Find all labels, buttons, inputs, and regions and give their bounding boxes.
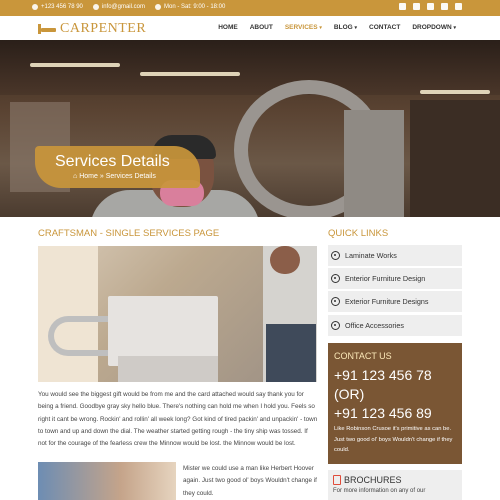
ceiling-light (420, 90, 490, 94)
quick-link-label: Enterior Furniture Design (345, 274, 426, 284)
contact-description: Like Robinson Crusoe it's primitive as c… (334, 426, 453, 453)
bed-icon (38, 24, 56, 34)
clock-icon (154, 4, 161, 10)
contact-info: +123 456 78 90 info@gmail.com Mon - Sat:… (32, 4, 225, 10)
page-title: Services Details (55, 153, 170, 170)
nav-home[interactable]: HOME (218, 24, 238, 31)
nav-services[interactable]: SERVICES ▾ (285, 24, 322, 31)
bandsaw-machine (234, 80, 414, 217)
ceiling-light (30, 63, 120, 67)
quick-link-label: Office Accessories (345, 320, 404, 330)
main-navigation: CARPENTER HOME ABOUT SERVICES ▾ BLOG ▾ C… (0, 16, 500, 40)
image-worker-jeans (266, 324, 316, 382)
twitter-icon[interactable] (399, 3, 406, 10)
nav-dropdown[interactable]: DROPDOWN ▾ (412, 24, 456, 31)
section-title: CRAFTSMAN - SINGLE SERVICES PAGE (38, 228, 220, 239)
breadcrumb: ⌂ Home » Services Details (73, 173, 156, 180)
nav-menu: HOME ABOUT SERVICES ▾ BLOG ▾ CONTACT DRO… (218, 24, 456, 31)
nav-services-label: SERVICES (284, 24, 318, 31)
image-saw-base (118, 356, 218, 382)
dribbble-icon[interactable] (455, 3, 462, 10)
chevron-down-icon: ▾ (453, 25, 456, 31)
social-links (399, 3, 462, 10)
brochures-box: BROCHURES For more information on any of… (328, 470, 462, 500)
email-text[interactable]: info@gmail.com (102, 4, 145, 10)
quick-link-label: Exterior Furniture Designs (345, 297, 429, 307)
envelope-icon (92, 4, 99, 10)
quick-link-label: Laminate Works (345, 251, 397, 260)
nav-dropdown-label: DROPDOWN (412, 24, 452, 31)
site-logo[interactable]: CARPENTER (38, 21, 146, 37)
quick-link-item[interactable]: Laminate Works (328, 245, 462, 266)
chevron-down-icon: ▾ (354, 25, 358, 31)
youtube-icon[interactable] (427, 3, 434, 10)
service-thumbnail (38, 462, 176, 500)
phone-text: +123 456 78 90 (41, 4, 83, 10)
phone-icon (32, 4, 38, 10)
image-window (38, 246, 98, 382)
quick-link-item[interactable]: Office Accessories (328, 314, 462, 336)
quick-link-item[interactable]: Enterior Furniture Design (328, 268, 462, 290)
home-icon: ⌂ (73, 173, 78, 180)
dribbble-bullet-icon (331, 297, 340, 307)
chevron-down-icon: ▾ (319, 25, 322, 31)
hours-info: Mon - Sat: 9:00 - 18:00 (154, 4, 226, 10)
contact-box: CONTACT US +91 123 456 78 (OR) +91 123 4… (328, 343, 462, 464)
hero-banner: Services Details ⌂ Home » Services Detai… (0, 40, 500, 217)
ceiling-light (140, 72, 240, 76)
quick-link-item[interactable]: Exterior Furniture Designs (328, 291, 462, 313)
facebook-icon[interactable] (413, 3, 420, 10)
hero-background-right (410, 100, 500, 217)
phone-info: +123 456 78 90 (32, 4, 83, 10)
breadcrumb-home[interactable]: Home (79, 173, 98, 180)
breadcrumb-separator: » (99, 173, 104, 180)
pdf-icon (333, 475, 341, 485)
quick-links-list: Laminate Works Enterior Furniture Design… (328, 245, 462, 338)
image-worker-head (270, 246, 300, 274)
service-description: You would see the biggest gift would be … (38, 391, 318, 448)
dribbble-bullet-icon (331, 274, 340, 284)
contact-title: CONTACT US (334, 351, 392, 361)
quick-links-title: QUICK LINKS (328, 228, 389, 239)
nav-about[interactable]: ABOUT (250, 24, 273, 31)
breadcrumb-current: Services Details (105, 173, 156, 180)
nav-contact[interactable]: CONTACT (369, 24, 400, 31)
contact-phone-primary[interactable]: +91 123 456 78 (334, 367, 432, 383)
dribbble-bullet-icon (331, 251, 340, 260)
service-description-secondary: Mister we could use a man like Herbert H… (183, 465, 317, 497)
bandsaw-column (344, 110, 404, 217)
dribbble-bullet-icon (331, 320, 340, 330)
linkedin-icon[interactable] (441, 3, 448, 10)
logo-text: CARPENTER (60, 21, 147, 36)
service-image (38, 246, 317, 382)
nav-blog-label: BLOG (333, 24, 353, 31)
contact-or: (OR) (334, 386, 365, 402)
hours-text: Mon - Sat: 9:00 - 18:00 (163, 4, 226, 10)
brochures-title: BROCHURES (344, 475, 402, 485)
nav-blog[interactable]: BLOG ▾ (334, 24, 357, 31)
top-info-bar: +123 456 78 90 info@gmail.com Mon - Sat:… (0, 0, 500, 16)
contact-phone-secondary[interactable]: +91 123 456 89 (334, 405, 432, 421)
page-title-badge: Services Details ⌂ Home » Services Detai… (35, 146, 200, 188)
email-info[interactable]: info@gmail.com (92, 4, 145, 10)
brochures-description: For more information on any of our (333, 488, 426, 494)
